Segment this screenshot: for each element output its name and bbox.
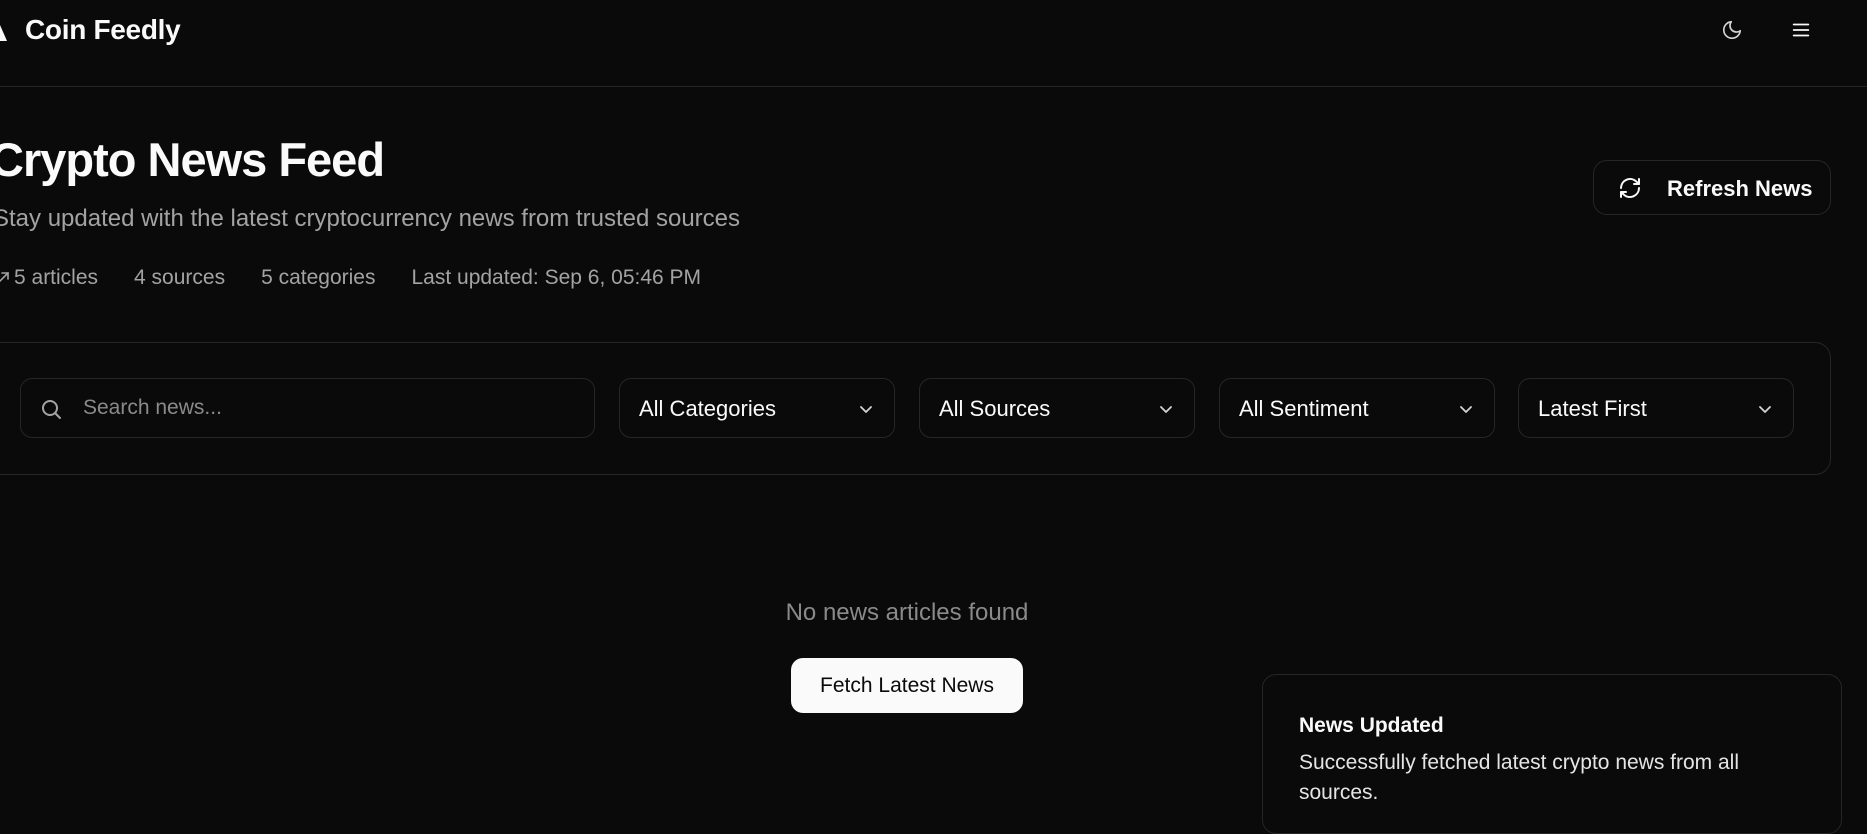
sentiment-select[interactable]: All Sentiment: [1219, 378, 1495, 438]
articles-stat: 5 articles: [0, 266, 98, 290]
sort-select-value: Latest First: [1538, 396, 1647, 421]
stats-row: 5 articles 4 sources 5 categories Last u…: [0, 265, 737, 291]
category-select-value: All Categories: [639, 396, 776, 421]
page-title: Crypto News Feed: [0, 133, 385, 186]
theme-toggle-button[interactable]: [1712, 12, 1752, 52]
last-updated: Last updated: Sep 6, 05:46 PM: [411, 266, 702, 289]
refresh-icon: [1618, 176, 1642, 205]
source-select-value: All Sources: [939, 396, 1051, 421]
sources-count: 4 sources: [134, 266, 226, 289]
source-select[interactable]: All Sources: [919, 378, 1195, 438]
categories-count: 5 categories: [261, 266, 376, 289]
page-subtitle: Stay updated with the latest cryptocurre…: [0, 205, 741, 232]
articles-count: 5 articles: [14, 266, 99, 289]
category-select[interactable]: All Categories: [619, 378, 895, 438]
search-icon: [39, 397, 63, 426]
moon-icon: [1721, 19, 1743, 46]
refresh-news-label: Refresh News: [1667, 176, 1813, 201]
search-input[interactable]: [81, 389, 581, 427]
sort-select[interactable]: Latest First: [1518, 378, 1794, 438]
top-nav: Coin Feedly: [0, 0, 1867, 87]
menu-icon: [1790, 19, 1812, 46]
empty-state-message: No news articles found: [785, 599, 1029, 626]
chevron-down-icon: [1757, 401, 1773, 422]
chevron-down-icon: [1458, 401, 1474, 422]
trending-up-icon: [0, 271, 10, 285]
logo-triangle-icon: [0, 22, 8, 44]
chevron-down-icon: [858, 401, 874, 422]
chevron-down-icon: [1158, 401, 1174, 422]
brand-name[interactable]: Coin Feedly: [25, 14, 181, 46]
search-field[interactable]: [20, 378, 595, 438]
toast-title: News Updated: [1299, 714, 1444, 737]
sentiment-select-value: All Sentiment: [1239, 396, 1369, 421]
toast-notification: News Updated Successfully fetched latest…: [1262, 674, 1842, 834]
toast-description: Successfully fetched latest crypto news …: [1299, 751, 1740, 804]
fetch-latest-news-button[interactable]: Fetch Latest News: [791, 658, 1023, 713]
menu-button[interactable]: [1781, 12, 1821, 52]
refresh-news-button[interactable]: Refresh News: [1593, 160, 1831, 215]
